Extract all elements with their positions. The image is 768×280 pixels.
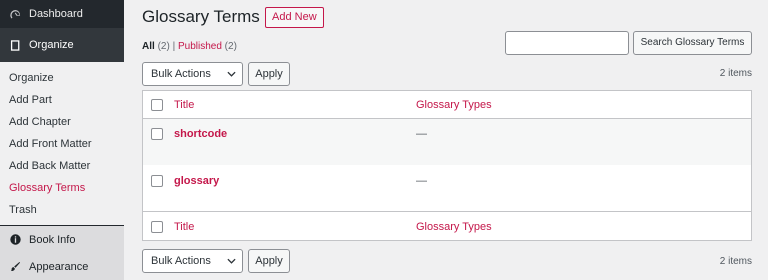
apply-button-bottom[interactable]: Apply (248, 249, 290, 273)
menu-organize[interactable]: Organize (0, 28, 124, 62)
submenu-glossary-terms[interactable]: Glossary Terms (0, 177, 124, 199)
submenu-add-part[interactable]: Add Part (0, 89, 124, 111)
book-icon (8, 38, 22, 52)
column-title-footer[interactable]: Title (174, 221, 194, 233)
submenu-add-back-matter[interactable]: Add Back Matter (0, 155, 124, 177)
column-title[interactable]: Title (174, 99, 194, 111)
select-all-checkbox-footer[interactable] (151, 221, 163, 233)
column-glossary-types[interactable]: Glossary Types (416, 99, 492, 111)
table-row: shortcode — (143, 119, 751, 165)
submenu-add-front-matter[interactable]: Add Front Matter (0, 133, 124, 155)
submenu-add-chapter[interactable]: Add Chapter (0, 111, 124, 133)
status-filters: All (2) | Published (2) (142, 41, 237, 52)
brush-icon (8, 260, 22, 274)
select-all-checkbox[interactable] (151, 99, 163, 111)
row-glossary-type: — (416, 128, 427, 140)
menu-appearance[interactable]: Appearance (0, 253, 124, 280)
info-icon (8, 233, 22, 247)
row-checkbox[interactable] (151, 128, 163, 140)
filter-published[interactable]: Published (178, 41, 222, 52)
table-header: Title Glossary Types (143, 91, 751, 119)
admin-sidebar: Dashboard Organize Organize Add Part Add… (0, 0, 124, 280)
search-glossary-terms-button[interactable]: Search Glossary Terms (633, 31, 752, 55)
chevron-down-icon (227, 251, 236, 279)
filter-published-count: (2) (224, 41, 237, 52)
glossary-table: Title Glossary Types shortcode — glossar… (142, 90, 752, 241)
dashboard-icon (8, 7, 22, 21)
row-title-link[interactable]: shortcode (174, 128, 227, 140)
row-title-link[interactable]: glossary (174, 175, 219, 187)
menu-book-info[interactable]: Book Info (0, 226, 124, 253)
bulk-actions-select-top[interactable]: Bulk Actions (142, 62, 243, 86)
chevron-down-icon (227, 64, 236, 92)
menu-book-info-label: Book Info (29, 233, 76, 246)
table-footer: Title Glossary Types (143, 211, 751, 241)
menu-organize-label: Organize (29, 39, 74, 51)
apply-button-top[interactable]: Apply (248, 62, 290, 86)
filter-all[interactable]: All (142, 41, 155, 52)
items-count-bottom: 2 items (719, 256, 752, 267)
column-glossary-types-footer[interactable]: Glossary Types (416, 221, 492, 233)
submenu-trash[interactable]: Trash (0, 199, 124, 221)
filter-all-count: (2) (157, 41, 170, 52)
items-count-top: 2 items (719, 68, 752, 79)
add-new-button[interactable]: Add New (265, 7, 324, 28)
menu-dashboard[interactable]: Dashboard (0, 0, 124, 28)
row-glossary-type: — (416, 175, 427, 187)
search-input[interactable] (505, 31, 629, 55)
page-title: Glossary Terms (142, 7, 260, 26)
organize-submenu: Organize Add Part Add Chapter Add Front … (0, 62, 124, 225)
filter-separator: | (172, 41, 176, 52)
sidebar-lower-menu: Book Info Appearance (0, 226, 124, 280)
menu-appearance-label: Appearance (29, 260, 89, 273)
submenu-organize[interactable]: Organize (0, 67, 124, 89)
row-checkbox[interactable] (151, 175, 163, 187)
main-content: Glossary Terms Add New All (2) | Publish… (124, 0, 768, 280)
menu-dashboard-label: Dashboard (29, 8, 83, 20)
table-row: glossary — (143, 165, 751, 211)
bulk-actions-label: Bulk Actions (151, 68, 211, 80)
bulk-actions-label: Bulk Actions (151, 255, 211, 267)
bulk-actions-select-bottom[interactable]: Bulk Actions (142, 249, 243, 273)
